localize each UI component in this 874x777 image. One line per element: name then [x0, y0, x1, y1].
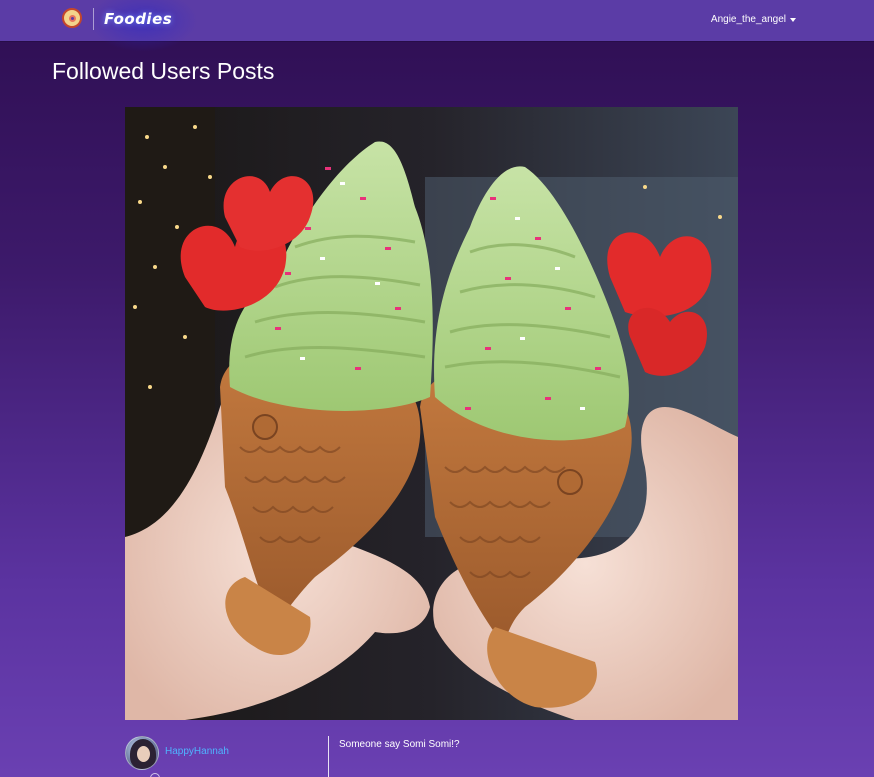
comment-icon[interactable]	[150, 773, 160, 777]
page-title: Followed Users Posts	[52, 58, 275, 84]
avatar[interactable]	[125, 736, 159, 770]
post-caption: Someone say Somi Somi!?	[339, 739, 460, 750]
avatar-face	[137, 746, 150, 762]
post-image[interactable]	[125, 107, 738, 720]
post-author-link[interactable]: HappyHannah	[165, 746, 229, 757]
caret-down-icon	[790, 18, 796, 22]
navbar: Foodies Angie_the_angel	[0, 0, 874, 52]
user-menu-dropdown[interactable]: Angie_the_angel	[711, 14, 796, 25]
brand-divider	[93, 8, 94, 30]
post-divider	[328, 736, 329, 777]
donut-hole	[68, 14, 76, 22]
brand-name[interactable]: Foodies	[104, 10, 172, 28]
post-photo	[125, 107, 738, 720]
donut-icon[interactable]	[62, 8, 82, 28]
user-menu-label: Angie_the_angel	[710, 14, 786, 25]
